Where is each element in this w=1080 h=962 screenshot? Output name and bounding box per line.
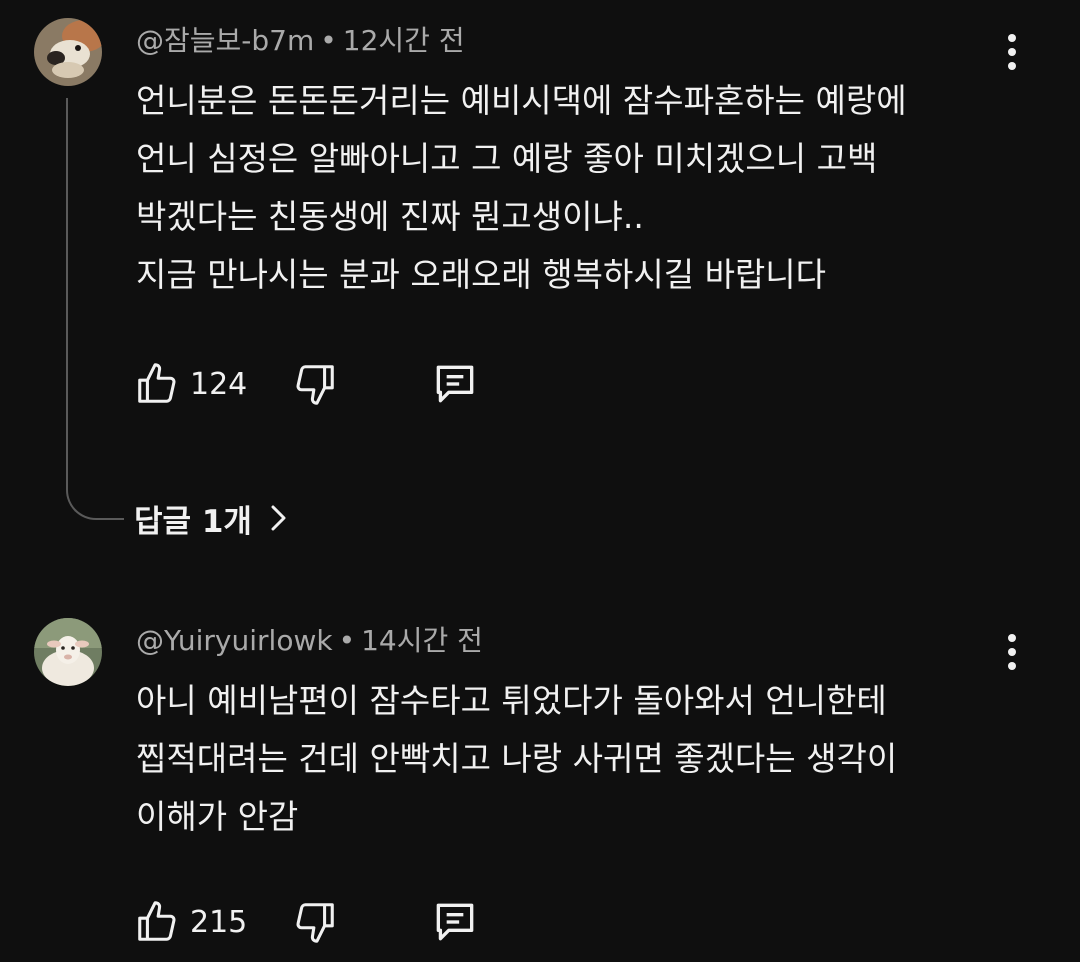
comment-line: 지금 만나시는 분과 오래오래 행복하시길 바랍니다 <box>136 255 827 294</box>
comment-line: 아니 예비남편이 잠수타고 튀었다가 돌아와서 언니한테 <box>136 681 887 720</box>
timestamp[interactable]: 12시간 전 <box>343 24 465 57</box>
dislike-button[interactable] <box>292 894 338 950</box>
more-vert-icon <box>1008 34 1016 70</box>
reply-button[interactable] <box>430 894 480 950</box>
author-handle[interactable]: @Yuiryuirlowk <box>136 624 333 657</box>
author-handle[interactable]: @잠늘보-b7m <box>136 24 314 57</box>
comment-meta: @잠늘보-b7m • 12시간 전 <box>136 24 465 58</box>
comment-text: 아니 예비남편이 잠수타고 튀었다가 돌아와서 언니한테 찝적대려는 건데 안빡… <box>136 672 1016 846</box>
dog-photo-avatar-icon <box>34 18 102 86</box>
meta-separator: • <box>320 24 337 57</box>
thread-connector-line <box>66 98 124 520</box>
thumbs-down-icon <box>296 365 334 405</box>
like-count: 124 <box>190 366 248 402</box>
comment-icon <box>436 903 474 941</box>
like-button[interactable]: 124 <box>134 356 247 412</box>
view-replies-button[interactable]: 답글 1개 <box>134 494 290 542</box>
like-button[interactable]: 215 <box>134 894 247 950</box>
like-count: 215 <box>190 904 248 940</box>
comment-icon <box>436 365 474 403</box>
thumbs-up-icon <box>138 363 176 403</box>
thumbs-up-icon <box>138 901 176 941</box>
comment-actions: 215 <box>134 894 534 950</box>
comment-line: 언니 심정은 알빠아니고 그 예랑 좋아 미치겠으니 고백 <box>136 139 878 178</box>
comment-line: 이해가 안감 <box>136 797 299 836</box>
comment-actions: 124 <box>134 356 534 412</box>
avatar[interactable] <box>34 18 102 86</box>
comment-line: 찝적대려는 건데 안빡치고 나랑 사귀면 좋겠다는 생각이 <box>136 739 898 778</box>
more-options-button[interactable] <box>994 30 1030 74</box>
more-vert-icon <box>1008 634 1016 670</box>
comment-line: 박겠다는 친동생에 진짜 뭔고생이냐.. <box>136 197 644 236</box>
chevron-right-icon <box>271 505 286 531</box>
dislike-button[interactable] <box>292 356 338 412</box>
timestamp[interactable]: 14시간 전 <box>361 624 483 657</box>
comment-line: 언니분은 돈돈돈거리는 예비시댁에 잠수파혼하는 예랑에 <box>136 81 907 120</box>
lamb-photo-avatar-icon <box>34 618 102 686</box>
more-options-button[interactable] <box>994 630 1030 674</box>
reply-button[interactable] <box>430 356 480 412</box>
comment-meta: @Yuiryuirlowk • 14시간 전 <box>136 624 483 658</box>
comment-text: 언니분은 돈돈돈거리는 예비시댁에 잠수파혼하는 예랑에 언니 심정은 알빠아니… <box>136 72 1016 304</box>
replies-label: 답글 1개 <box>134 503 252 540</box>
thumbs-down-icon <box>296 903 334 943</box>
avatar[interactable] <box>34 618 102 686</box>
meta-separator: • <box>338 624 356 657</box>
